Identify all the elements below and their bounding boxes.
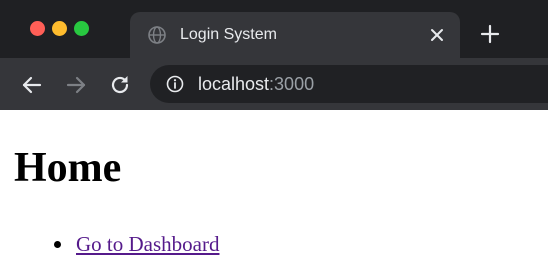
reload-icon[interactable] <box>108 73 132 97</box>
dashboard-link[interactable]: Go to Dashboard <box>76 232 219 256</box>
browser-tab[interactable]: Login System <box>130 12 460 58</box>
page-content: Home Go to Dashboard <box>0 110 548 267</box>
address-bar[interactable]: localhost:3000 <box>150 65 548 103</box>
page-title: Home <box>14 145 122 191</box>
url-host: localhost <box>198 74 270 94</box>
url-port: :3000 <box>269 74 315 94</box>
close-icon[interactable] <box>426 24 448 46</box>
window-minimize-button[interactable] <box>52 21 67 36</box>
info-icon[interactable] <box>166 75 184 93</box>
back-arrow-icon[interactable] <box>20 73 44 97</box>
globe-icon <box>148 26 166 44</box>
tab-title: Login System <box>180 26 277 43</box>
address-url: localhost:3000 <box>198 73 314 95</box>
window-maximize-button[interactable] <box>74 21 89 36</box>
forward-arrow-icon[interactable] <box>64 73 88 97</box>
plus-icon[interactable] <box>479 23 501 45</box>
list-bullet <box>54 241 61 248</box>
browser-toolbar: localhost:3000 <box>0 58 548 110</box>
window-close-button[interactable] <box>30 21 45 36</box>
browser-tab-bar: Login System <box>0 0 548 58</box>
